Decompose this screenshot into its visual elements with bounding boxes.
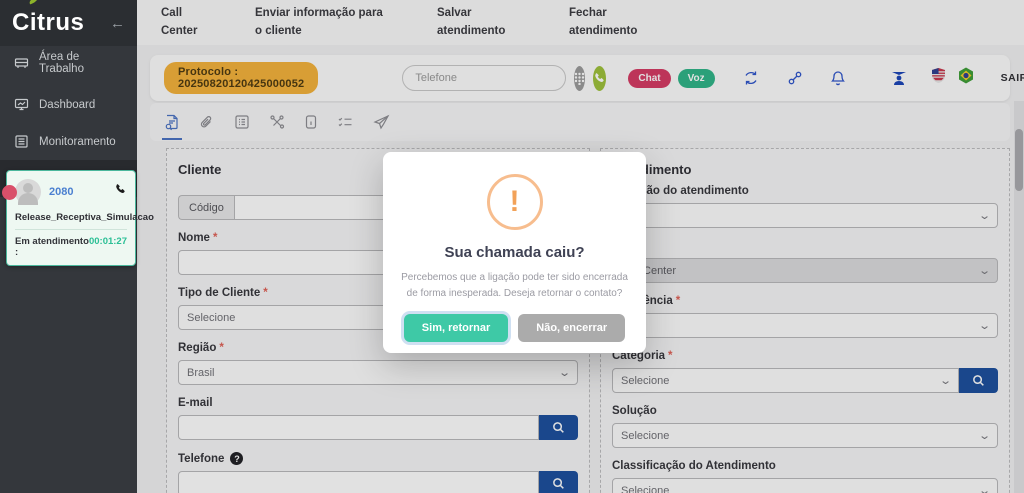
warning-icon: ! [487, 174, 543, 230]
sidebar-item-label: Monitoramento [39, 136, 116, 148]
dashboard-icon [14, 97, 29, 112]
call-phone-icon[interactable] [114, 183, 127, 201]
active-call-card[interactable]: 2080 Release_Receptiva_Simulacao Em aten… [6, 170, 136, 266]
extension-number: 2080 [49, 186, 73, 198]
monitoring-icon [14, 134, 29, 149]
campaign-name: Release_Receptiva_Simulacao [15, 212, 127, 223]
workspace-icon [14, 56, 29, 71]
modal-message: Percebemos que a ligação pode ter sido e… [401, 270, 628, 301]
cancel-end-button[interactable]: Não, encerrar [518, 314, 625, 342]
app-window: Citrus ← Área de Trabalho Dashboard Moni… [0, 0, 1024, 493]
sidebar-item-dashboard[interactable]: Dashboard [0, 86, 137, 123]
confirm-return-button[interactable]: Sim, retornar [404, 314, 508, 342]
sidebar-item-area-de-trabalho[interactable]: Área de Trabalho [0, 40, 137, 86]
citrus-logo: Citrus [12, 9, 84, 37]
caller-avatar [15, 179, 41, 205]
call-dropped-modal: ! Sua chamada caiu? Percebemos que a lig… [383, 152, 646, 353]
call-status-label: Em atendimento : [15, 236, 89, 258]
leaf-icon [28, 0, 38, 4]
collapse-sidebar-arrow[interactable]: ← [110, 15, 125, 32]
sidebar-item-label: Área de Trabalho [39, 51, 123, 75]
sidebar-item-label: Dashboard [39, 99, 95, 111]
agent-status-dot [2, 185, 17, 200]
sidebar-item-monitoramento[interactable]: Monitoramento [0, 123, 137, 160]
modal-title: Sua chamada caiu? [383, 244, 646, 261]
main-content: Call Center Enviar informação para o cli… [137, 0, 1024, 493]
sidebar: Citrus ← Área de Trabalho Dashboard Moni… [0, 0, 137, 493]
call-timer: 00:01:27 [89, 236, 127, 258]
